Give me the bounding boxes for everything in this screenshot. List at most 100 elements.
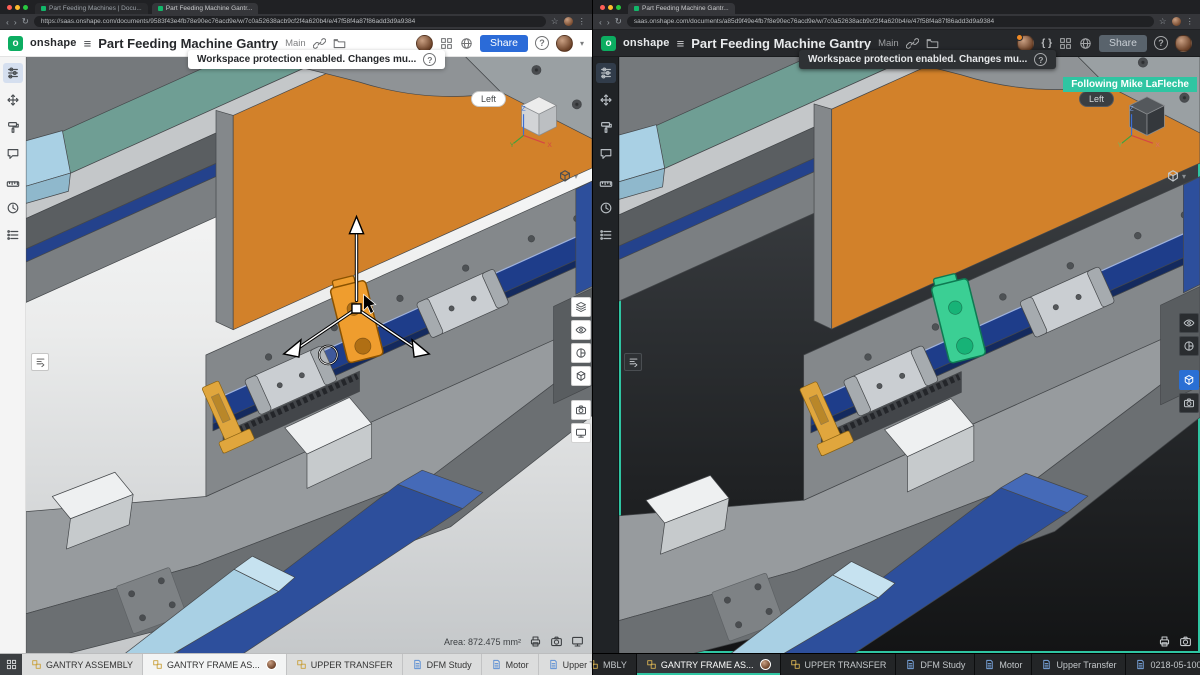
app-grid-icon[interactable]	[1059, 37, 1072, 50]
share-button[interactable]: Share	[1099, 35, 1147, 52]
browser-profile-avatar[interactable]	[1172, 17, 1181, 26]
workspace-label[interactable]: Main	[285, 38, 306, 49]
traffic-lights[interactable]	[600, 5, 621, 10]
cad-viewport[interactable]: Left Z X Y ▾ Area: 872.475 mm²	[26, 57, 592, 653]
following-banner[interactable]: Following Mike LaFleche	[1063, 77, 1197, 92]
user-avatar[interactable]	[1175, 35, 1192, 52]
traffic-lights[interactable]	[7, 5, 28, 10]
bom-tool-button[interactable]	[3, 225, 23, 245]
forward-icon[interactable]: ›	[14, 17, 17, 27]
link-icon[interactable]	[906, 37, 919, 50]
back-icon[interactable]: ‹	[6, 17, 9, 27]
comment-tool-button[interactable]	[596, 144, 616, 164]
section-view-panel-button[interactable]	[571, 343, 591, 363]
browser-tab-active[interactable]: Part Feeding Machine Gantr...	[152, 3, 259, 14]
features-tool-button[interactable]	[3, 63, 23, 83]
doc-tab-gantry-assembly[interactable]: GANTRY ASSEMBLY	[22, 654, 143, 675]
doc-tab-dfm-study[interactable]: DFM Study	[896, 654, 975, 675]
doc-tab-upper-transfer[interactable]: UPPER TRANSFER	[781, 654, 897, 675]
globe-icon[interactable]	[1079, 37, 1092, 50]
zoom-window-icon[interactable]	[616, 5, 621, 10]
onshape-logo[interactable]: o	[601, 36, 616, 51]
display-states-panel-button[interactable]	[571, 297, 591, 317]
named-views-panel-button[interactable]	[571, 366, 591, 386]
close-window-icon[interactable]	[600, 5, 605, 10]
globe-icon[interactable]	[460, 37, 473, 50]
address-input[interactable]: https://saas.onshape.com/documents/9583f…	[34, 16, 546, 27]
hamburger-menu-icon[interactable]: ≡	[84, 37, 92, 50]
help-icon[interactable]: ?	[423, 53, 436, 66]
doc-tab-upper-transfer-2[interactable]: Upper Transfer	[1032, 654, 1126, 675]
transform-tool-button[interactable]	[596, 90, 616, 110]
snapshot-panel-button[interactable]	[1179, 393, 1199, 413]
appearance-tool-button[interactable]	[3, 117, 23, 137]
named-views-panel-button[interactable]	[1179, 370, 1199, 390]
print-icon[interactable]	[1158, 635, 1171, 648]
history-tool-button[interactable]	[3, 198, 23, 218]
chevron-down-icon[interactable]: ▾	[580, 39, 584, 48]
bom-tool-button[interactable]	[596, 225, 616, 245]
browser-tab[interactable]: Part Feeding Machines | Docu...	[35, 3, 148, 14]
view-cube[interactable]: Left Z X Y	[471, 91, 568, 149]
cad-viewport[interactable]: Following Mike LaFleche Left Z X Y ▾	[619, 57, 1200, 653]
browser-menu-icon[interactable]: ⋮	[1186, 16, 1195, 27]
forward-icon[interactable]: ›	[607, 17, 610, 27]
address-input[interactable]: saas.onshape.com/documents/a85d9f49e4fb7…	[627, 16, 1154, 27]
minimize-window-icon[interactable]	[15, 5, 20, 10]
screenshot-icon[interactable]	[1179, 635, 1192, 648]
comment-tool-button[interactable]	[3, 144, 23, 164]
reload-icon[interactable]: ↻	[22, 16, 29, 27]
appearance-tool-button[interactable]	[596, 117, 616, 137]
feature-panel-toggle[interactable]	[624, 353, 642, 371]
back-icon[interactable]: ‹	[599, 17, 602, 27]
folder-icon[interactable]	[926, 37, 939, 50]
link-icon[interactable]	[313, 37, 326, 50]
history-tool-button[interactable]	[596, 198, 616, 218]
doc-tab-motor[interactable]: Motor	[975, 654, 1032, 675]
help-icon[interactable]: ?	[1034, 53, 1047, 66]
doc-tab-gantry-frame[interactable]: GANTRY FRAME AS...	[637, 654, 781, 675]
display-style-button[interactable]: ▾	[558, 169, 578, 183]
tab-manager-button[interactable]	[0, 654, 22, 675]
features-tool-button[interactable]	[596, 63, 616, 83]
help-icon[interactable]: ?	[535, 36, 549, 50]
minimize-window-icon[interactable]	[608, 5, 613, 10]
browser-tab-active[interactable]: Part Feeding Machine Gantr...	[628, 3, 735, 14]
collaborator-avatar[interactable]	[1017, 35, 1034, 52]
section-view-panel-button[interactable]	[1179, 336, 1199, 356]
feature-panel-toggle[interactable]	[31, 353, 49, 371]
app-grid-icon[interactable]	[440, 37, 453, 50]
measure-tool-button[interactable]	[596, 171, 616, 191]
doc-tab-upper-transfer[interactable]: UPPER TRANSFER	[287, 654, 403, 675]
user-avatar[interactable]	[556, 35, 573, 52]
visibility-panel-button[interactable]	[571, 320, 591, 340]
reload-icon[interactable]: ↻	[615, 16, 622, 27]
doc-tab-assembly-clipped[interactable]: MBLY	[593, 654, 637, 675]
visibility-panel-button[interactable]	[1179, 313, 1199, 333]
view-orientation-label[interactable]: Left	[471, 91, 506, 107]
doc-tab-upper-tr[interactable]: Upper Tr	[539, 654, 592, 675]
doc-tab-dfm-study[interactable]: DFM Study	[403, 654, 482, 675]
bookmark-star-icon[interactable]: ☆	[1159, 16, 1167, 27]
snapshot-panel-button[interactable]	[571, 400, 591, 420]
folder-icon[interactable]	[333, 37, 346, 50]
close-window-icon[interactable]	[7, 5, 12, 10]
view-cube[interactable]: Left Z X Y	[1079, 91, 1176, 149]
doc-tab-gantry-frame[interactable]: GANTRY FRAME AS...	[143, 654, 287, 675]
presentation-panel-button[interactable]	[571, 423, 591, 443]
print-icon[interactable]	[529, 635, 542, 648]
bookmark-star-icon[interactable]: ☆	[551, 16, 559, 27]
onshape-logo[interactable]: o	[8, 36, 23, 51]
screenshot-icon[interactable]	[550, 635, 563, 648]
browser-menu-icon[interactable]: ⋮	[578, 16, 587, 27]
dev-braces-icon[interactable]: { }	[1041, 38, 1052, 49]
view-orientation-label[interactable]: Left	[1079, 91, 1114, 107]
doc-tab-part-number[interactable]: 0218-05-100...	[1126, 654, 1200, 675]
hamburger-menu-icon[interactable]: ≡	[677, 37, 685, 50]
collaborator-avatar[interactable]	[416, 35, 433, 52]
share-button[interactable]: Share	[480, 35, 528, 52]
doc-tab-motor[interactable]: Motor	[482, 654, 539, 675]
present-icon[interactable]	[571, 635, 584, 648]
help-icon[interactable]: ?	[1154, 36, 1168, 50]
display-style-button[interactable]: ▾	[1166, 169, 1186, 183]
